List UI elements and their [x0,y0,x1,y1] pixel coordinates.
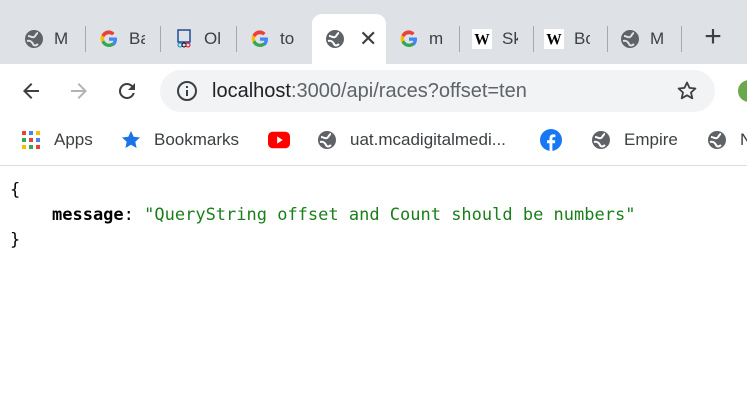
google-icon [99,29,119,49]
tab-title: to [280,29,295,48]
tab-6[interactable]: m [387,14,460,64]
globe-icon [706,129,728,151]
globe-icon [325,29,345,49]
tab-title: Ba [129,29,145,48]
reload-icon [118,82,135,99]
forward-button[interactable] [64,76,94,106]
svg-text:W: W [546,31,562,48]
bookmark-label: Bookmarks [154,130,240,149]
wikipedia-icon: W [472,29,492,49]
svg-text:W: W [474,31,490,48]
bookmark-empire[interactable]: Empire [590,128,678,152]
globe-icon [590,129,612,151]
reload-button[interactable] [112,76,142,106]
bookmark-n[interactable]: N [706,128,747,152]
tab-title: Bc [574,29,590,48]
json-colon: : [123,205,134,225]
google-icon [250,29,270,49]
bookmark-bookmarks[interactable]: Bookmarks [120,128,239,152]
bookmark-label: Apps [54,130,93,149]
olympics-icon [174,29,194,49]
globe-icon [316,129,338,151]
tab-5-active[interactable]: ✕ [312,14,386,64]
star-icon [120,129,142,151]
tab-title: Sk [502,29,518,48]
url-text[interactable]: localhost:3000/api/races?offset=ten [212,80,527,103]
json-entry: message: "QueryString offset and Count s… [52,205,635,225]
info-icon[interactable] [176,80,198,102]
new-tab-button[interactable]: + [698,22,728,52]
tab-strip: M Ba Ol to ✕ m W [0,0,747,64]
apps-grid-icon [20,129,42,151]
tab-7[interactable]: W Sk [460,14,534,64]
back-arrow-icon [23,83,39,99]
forward-arrow-icon [71,83,87,99]
bookmark-label: Empire [624,130,678,149]
tab-title: m [429,29,444,48]
google-icon [399,29,419,49]
bookmark-facebook[interactable] [540,128,562,152]
globe-icon [24,29,44,49]
wikipedia-icon: W [544,29,564,49]
tab-1[interactable]: M [10,14,86,64]
tab-8[interactable]: W Bc [534,14,608,64]
page-content: { message: "QueryString offset and Count… [0,167,747,403]
bookmarks-bar: Apps Bookmarks uat.mcadigitalmedi... Emp… [0,118,747,166]
globe-icon [620,29,640,49]
json-key: message [52,205,124,225]
bookmark-uat[interactable]: uat.mcadigitalmedi... [316,128,506,152]
bookmark-youtube[interactable] [268,128,290,152]
youtube-icon [268,129,290,151]
json-string-value: "QueryString offset and Count should be … [144,205,636,225]
url-path: :3000/api/races?offset=ten [290,80,527,102]
toolbar: localhost:3000/api/races?offset=ten [0,64,747,118]
bookmark-label: N [740,130,747,149]
tab-4[interactable]: to [237,14,311,64]
tab-title: M [54,29,69,48]
close-tab-icon[interactable]: ✕ [359,28,377,50]
url-host: localhost [212,80,291,102]
bookmark-label: uat.mcadigitalmedi... [350,130,506,149]
bookmark-apps[interactable]: Apps [20,128,93,152]
tab-3[interactable]: Ol [161,14,237,64]
tab-separator [681,26,682,52]
facebook-icon [540,129,562,151]
json-open-brace: { [10,180,21,200]
tab-2[interactable]: Ba [86,14,161,64]
extension-icon[interactable] [738,80,747,102]
address-bar[interactable]: localhost:3000/api/races?offset=ten [160,70,715,112]
tab-title: M [650,29,665,48]
tab-9[interactable]: M [608,14,682,64]
json-close-brace: } [10,230,21,250]
tab-title: Ol [204,29,220,48]
bookmark-star-icon[interactable] [675,79,699,103]
back-button[interactable] [16,76,46,106]
